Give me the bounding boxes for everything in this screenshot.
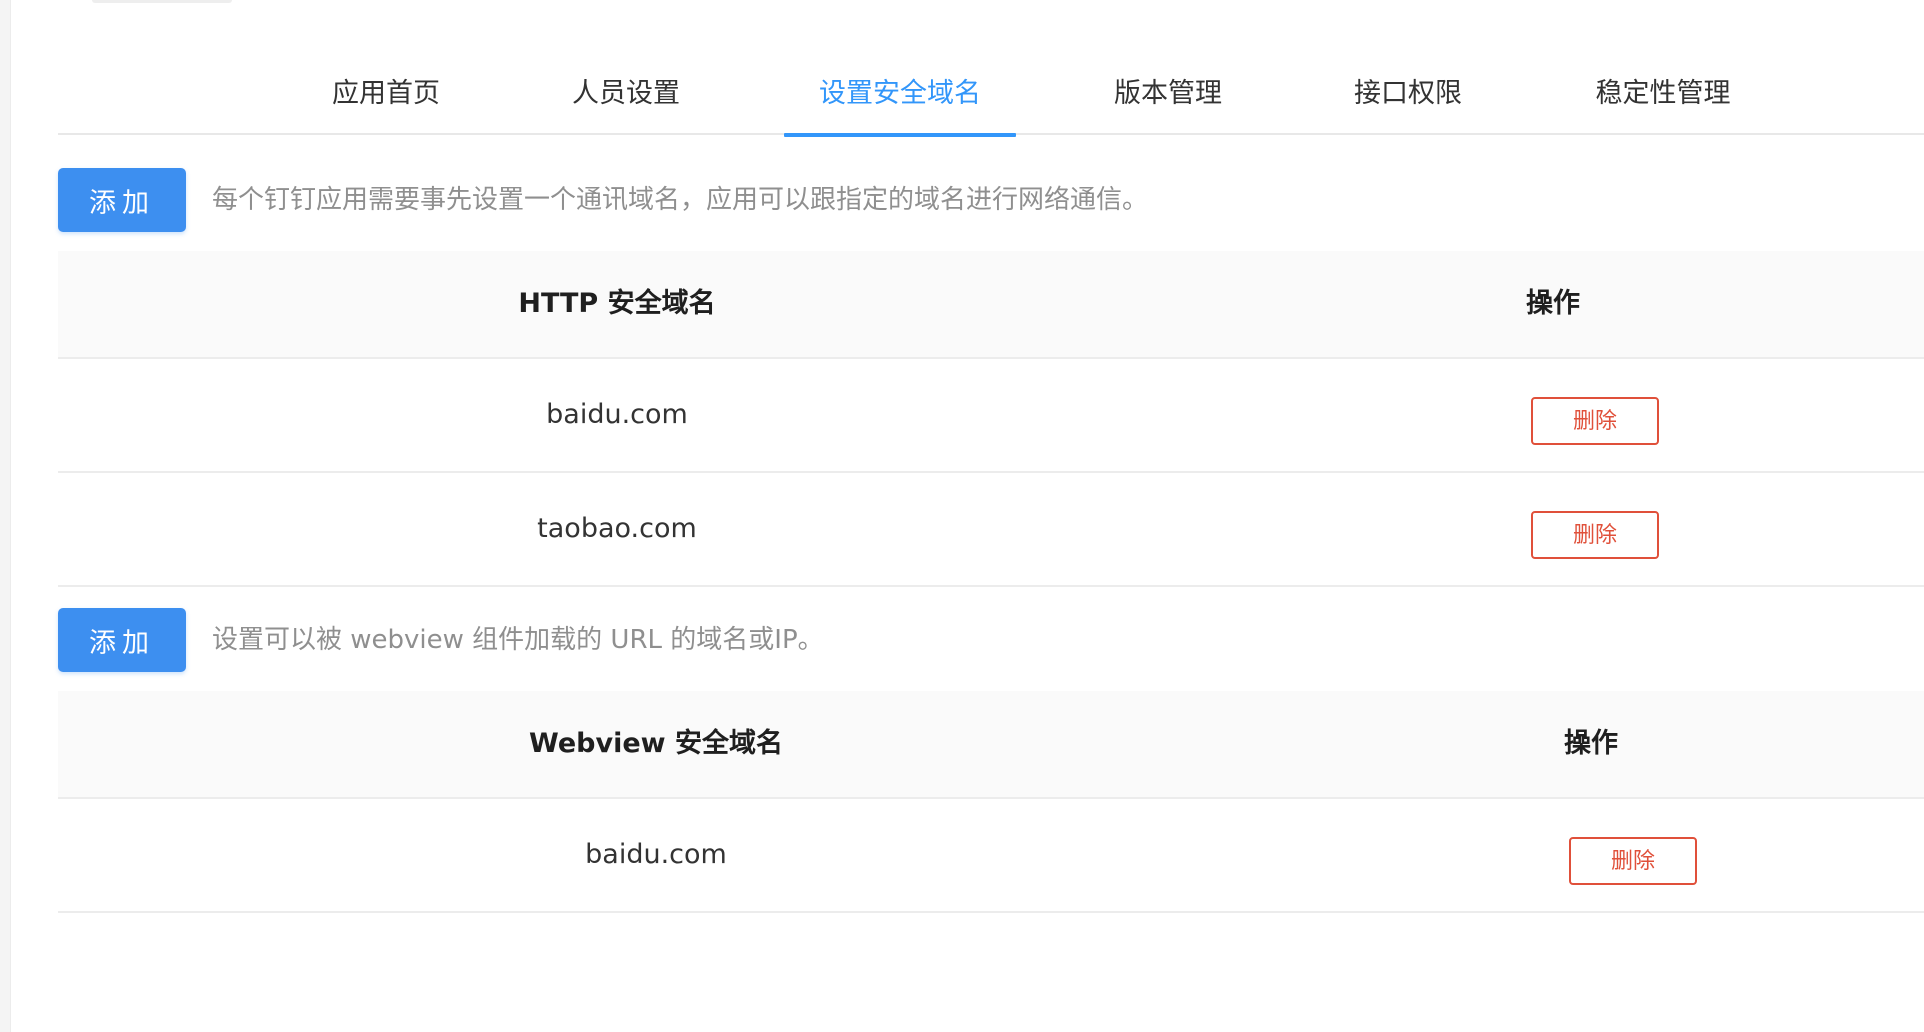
- tab-version-management[interactable]: 版本管理: [1112, 56, 1224, 135]
- webview-toolbar: 添加 设置可以被 webview 组件加载的 URL 的域名或IP。: [58, 608, 1924, 672]
- delete-button[interactable]: 删除: [1531, 397, 1659, 445]
- add-webview-domain-button[interactable]: 添加: [58, 608, 186, 672]
- webview-hint-text: 设置可以被 webview 组件加载的 URL 的域名或IP。: [212, 625, 824, 655]
- delete-button[interactable]: 删除: [1531, 511, 1659, 559]
- domain-cell: taobao.com: [537, 513, 697, 544]
- table-row: baidu.com 删除: [58, 359, 1924, 473]
- domain-cell: baidu.com: [546, 399, 688, 430]
- column-header-webview-domain: Webview 安全域名: [529, 728, 783, 759]
- table-row: baidu.com 删除: [58, 799, 1924, 913]
- tab-member-settings[interactable]: 人员设置: [570, 56, 682, 135]
- tab-app-home[interactable]: 应用首页: [330, 56, 442, 135]
- sidebar-edge: [0, 0, 11, 1032]
- delete-button[interactable]: 删除: [1569, 837, 1697, 885]
- table-row: taobao.com 删除: [58, 473, 1924, 587]
- http-toolbar: 添加 每个钉钉应用需要事先设置一个通讯域名，应用可以跟指定的域名进行网络通信。: [58, 168, 1924, 232]
- column-header-http-domain: HTTP 安全域名: [518, 288, 716, 319]
- main-content: 应用首页 人员设置 设置安全域名 版本管理 接口权限 稳定性管理 添加 每个钉钉…: [58, 0, 1924, 1032]
- table-header: HTTP 安全域名 操作: [58, 251, 1924, 359]
- tab-bar: 应用首页 人员设置 设置安全域名 版本管理 接口权限 稳定性管理: [58, 56, 1924, 137]
- tab-api-permissions[interactable]: 接口权限: [1352, 56, 1464, 135]
- column-header-action: 操作: [1526, 288, 1580, 319]
- http-domain-table: HTTP 安全域名 操作 baidu.com 删除 taobao.com 删除: [58, 251, 1924, 587]
- tab-security-domain[interactable]: 设置安全域名: [784, 56, 1016, 137]
- tab-stability-management[interactable]: 稳定性管理: [1592, 56, 1734, 135]
- domain-cell: baidu.com: [585, 839, 727, 870]
- webview-domain-table: Webview 安全域名 操作 baidu.com 删除: [58, 691, 1924, 913]
- http-hint-text: 每个钉钉应用需要事先设置一个通讯域名，应用可以跟指定的域名进行网络通信。: [212, 185, 1149, 215]
- column-header-action: 操作: [1564, 728, 1618, 759]
- add-http-domain-button[interactable]: 添加: [58, 168, 186, 232]
- table-header: Webview 安全域名 操作: [58, 691, 1924, 799]
